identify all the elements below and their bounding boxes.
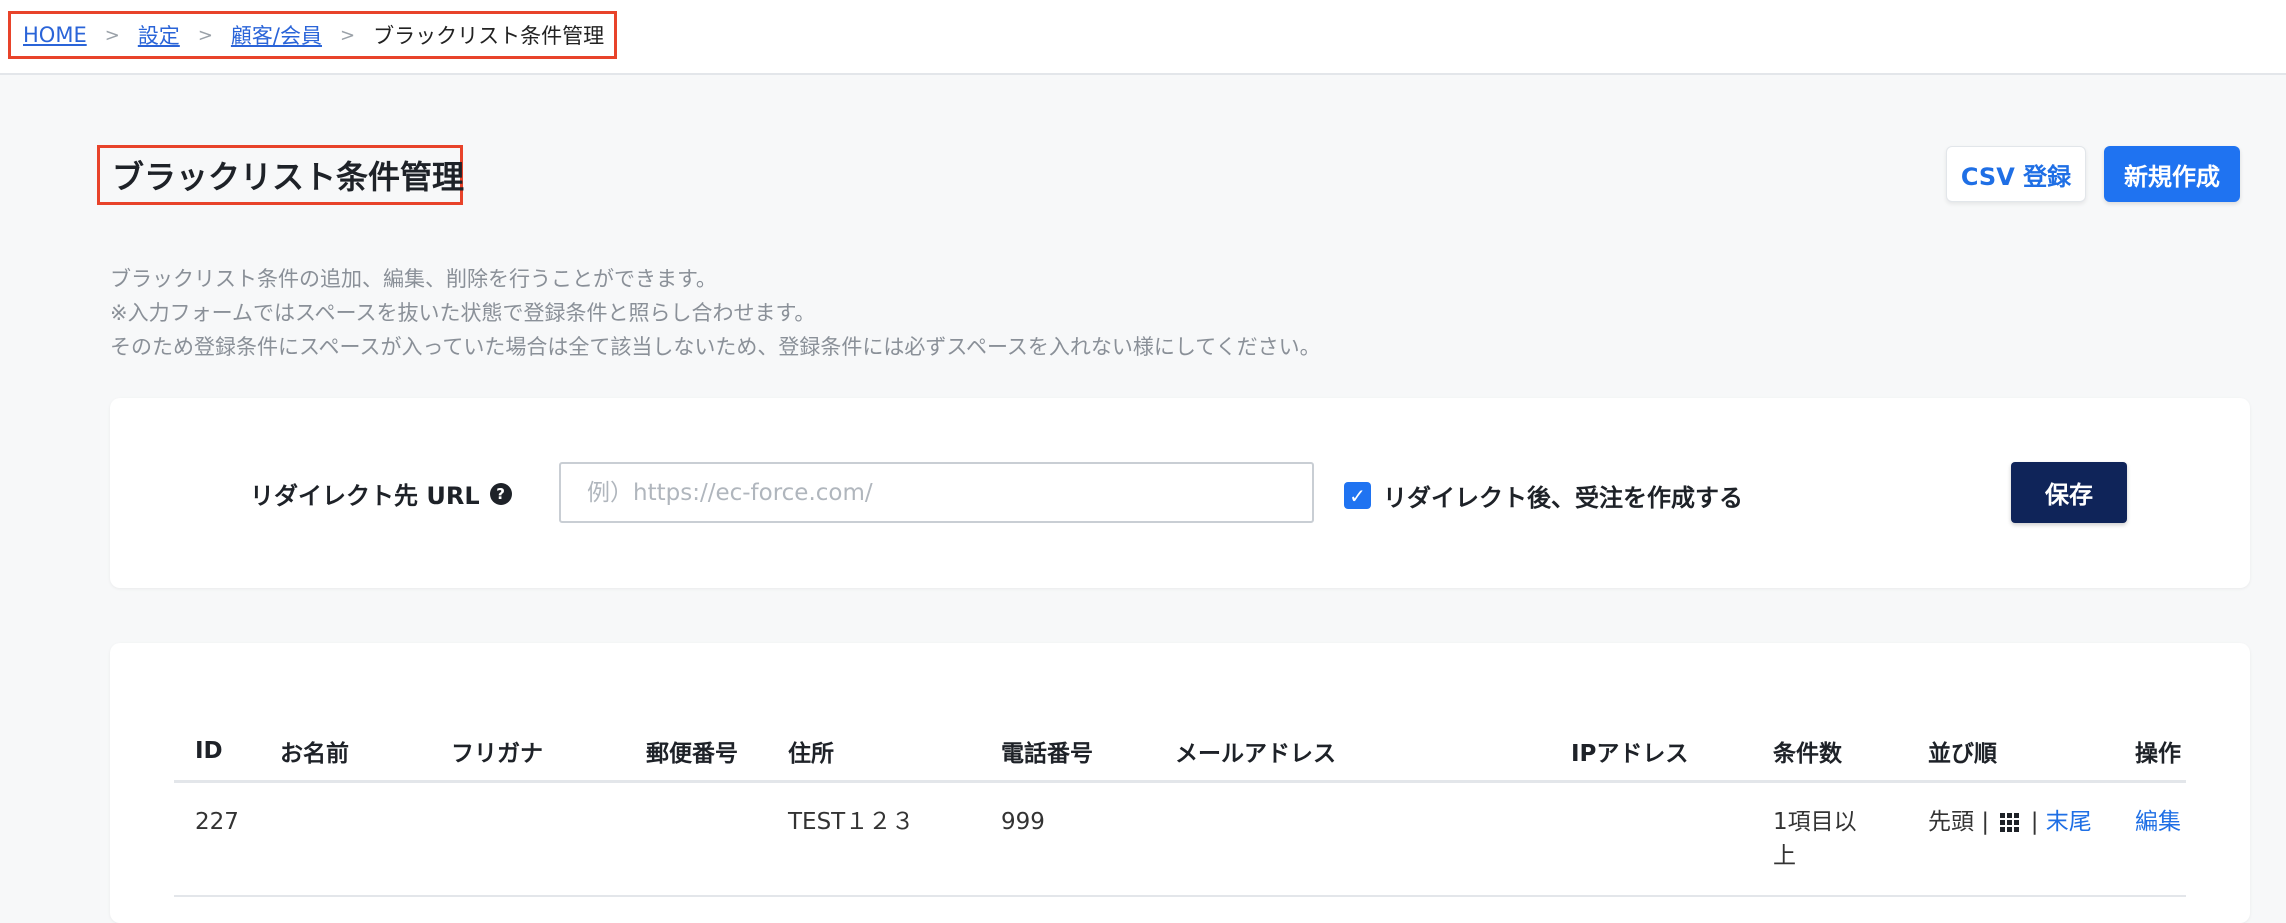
table-row: 227 TEST１２３ 999 1項目以上 先頭 | | 末尾 編集: [174, 781, 2186, 897]
column-header-name[interactable]: お名前: [259, 723, 430, 783]
table-header-row: ID お名前 フリガナ 郵便番号 住所 電話番号 メールアドレス IPアドレス …: [174, 723, 2186, 783]
edit-link[interactable]: 編集: [2135, 809, 2181, 835]
breadcrumb-separator: >: [104, 24, 120, 46]
create-order-checkbox-label[interactable]: リダイレクト後、受注を作成する: [1383, 478, 1743, 513]
column-header-ip[interactable]: IPアドレス: [1550, 723, 1752, 783]
cell-conditions: 1項目以上: [1752, 781, 1907, 897]
order-separator: |: [2030, 808, 2039, 835]
blacklist-table-card: ID お名前 フリガナ 郵便番号 住所 電話番号 メールアドレス IPアドレス …: [110, 643, 2250, 923]
description-line: そのため登録条件にスペースが入っていた場合は全て該当しないため、登録条件には必ず…: [110, 335, 1321, 359]
cell-address: TEST１２３: [767, 781, 980, 897]
top-bar: HOME > 設定 > 顧客/会員 > ブラックリスト条件管理: [0, 0, 2286, 75]
column-header-email[interactable]: メールアドレス: [1154, 723, 1550, 783]
order-separator: |: [1981, 808, 1990, 835]
breadcrumb-current: ブラックリスト条件管理: [373, 24, 605, 48]
redirect-url-label-group: リダイレクト先 URL ?: [250, 476, 512, 511]
move-first-label: 先頭: [1928, 808, 1974, 835]
create-order-checkbox-group[interactable]: ✓ リダイレクト後、受注を作成する: [1344, 478, 1743, 513]
page-description: ブラックリスト条件の追加、編集、削除を行うことができます。 ※入力フォームではス…: [110, 262, 1321, 364]
redirect-url-label: リダイレクト先 URL: [250, 482, 480, 510]
create-new-button[interactable]: 新規作成: [2104, 146, 2240, 202]
column-header-conditions[interactable]: 条件数: [1752, 723, 1907, 783]
cell-zip: [625, 781, 767, 897]
cell-email: [1154, 781, 1550, 897]
blacklist-table: ID お名前 フリガナ 郵便番号 住所 電話番号 メールアドレス IPアドレス …: [174, 723, 2186, 897]
cell-actions: 編集: [2114, 781, 2186, 897]
breadcrumb-settings-link[interactable]: 設定: [138, 20, 180, 50]
cell-id: 227: [174, 781, 259, 897]
redirect-url-input[interactable]: [559, 462, 1314, 523]
cell-name: [259, 781, 430, 897]
breadcrumb-separator: >: [339, 24, 356, 46]
cell-phone: 999: [980, 781, 1154, 897]
csv-register-button[interactable]: CSV 登録: [1946, 146, 2086, 202]
description-line: ブラックリスト条件の追加、編集、削除を行うことができます。: [110, 267, 717, 291]
save-button[interactable]: 保存: [2011, 462, 2127, 523]
column-header-order: 並び順: [1907, 723, 2114, 783]
breadcrumb-separator: >: [197, 24, 213, 46]
breadcrumb-customers-link[interactable]: 顧客/会員: [231, 20, 322, 50]
breadcrumb: HOME > 設定 > 顧客/会員 > ブラックリスト条件管理: [8, 11, 618, 59]
cell-kana: [430, 781, 625, 897]
column-header-id[interactable]: ID: [174, 723, 259, 783]
create-order-checkbox[interactable]: ✓: [1344, 482, 1371, 509]
drag-handle-icon[interactable]: [2000, 812, 2020, 832]
question-circle-icon[interactable]: ?: [489, 482, 512, 505]
column-header-kana[interactable]: フリガナ: [430, 723, 625, 783]
cell-ip: [1550, 781, 1752, 897]
description-line: ※入力フォームではスペースを抜いた状態で登録条件と照らし合わせます。: [110, 301, 816, 325]
column-header-zip[interactable]: 郵便番号: [625, 723, 767, 783]
column-header-phone[interactable]: 電話番号: [980, 723, 1154, 783]
page-title: ブラックリスト条件管理: [97, 145, 464, 205]
redirect-settings-card: リダイレクト先 URL ? ✓ リダイレクト後、受注を作成する 保存: [110, 398, 2250, 588]
move-last-link[interactable]: 末尾: [2046, 809, 2092, 835]
breadcrumb-home-link[interactable]: HOME: [23, 23, 87, 47]
cell-order: 先頭 | | 末尾: [1907, 781, 2114, 897]
column-header-actions: 操作: [2114, 723, 2186, 783]
column-header-address[interactable]: 住所: [767, 723, 980, 783]
